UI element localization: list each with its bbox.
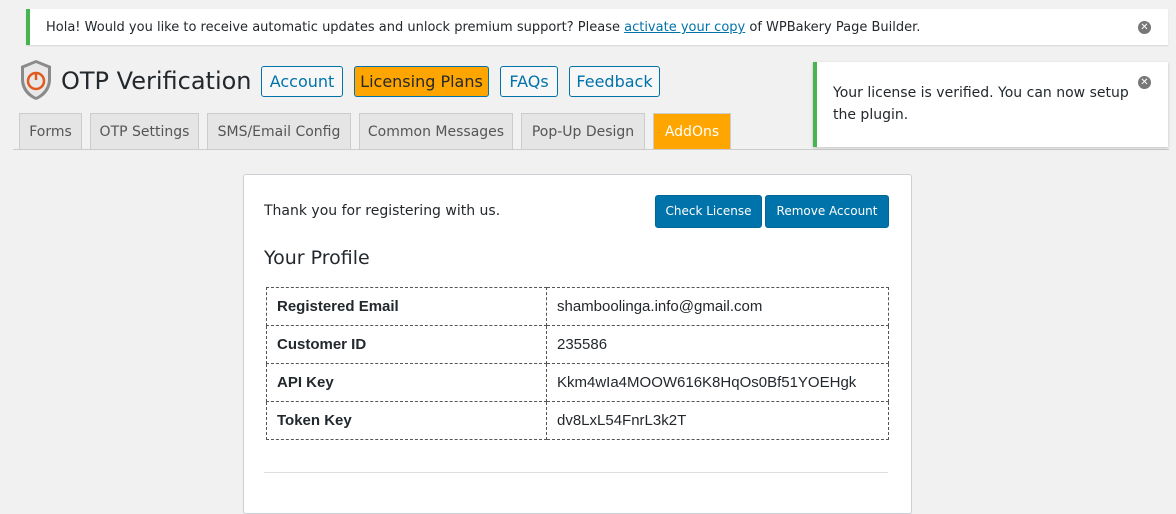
customer-id-value: 235586 [546,325,889,364]
tab-common-messages[interactable]: Common Messages [359,113,513,149]
tab-forms[interactable]: Forms [19,113,82,149]
tab-divider [13,149,1169,150]
license-notice-text: Your license is verified. You can now se… [833,85,1129,123]
tab-addons[interactable]: AddOns [653,113,731,149]
api-key-value: Kkm4wIa4MOOW616K8HqOs0Bf51YOEHgk [546,363,889,402]
registered-email-value: shamboolinga.info@gmail.com [546,287,889,326]
table-row: API Key Kkm4wIa4MOOW616K8HqOs0Bf51YOEHgk [266,363,889,402]
dismiss-notice-icon[interactable]: ✕ [1138,21,1151,34]
registered-email-label: Registered Email [266,287,547,326]
tab-popup-design[interactable]: Pop-Up Design [521,113,645,149]
check-license-button[interactable]: Check License [655,195,762,228]
account-panel: Thank you for registering with us. Check… [243,174,912,514]
page-title: OTP Verification [61,67,252,95]
table-row: Registered Email shamboolinga.info@gmail… [266,287,889,326]
api-key-label: API Key [266,363,547,402]
token-key-value: dv8LxL54FnrL3k2T [546,401,889,440]
license-verified-notice: Your license is verified. You can now se… [813,62,1168,147]
otp-logo-icon [19,59,53,101]
panel-divider [264,472,888,473]
table-row: Token Key dv8LxL54FnrL3k2T [266,401,889,440]
account-button[interactable]: Account [261,66,343,97]
thanks-text: Thank you for registering with us. [264,203,501,219]
token-key-label: Token Key [266,401,547,440]
faqs-button[interactable]: FAQs [500,66,558,97]
update-notice: Hola! Would you like to receive automati… [26,9,1168,45]
update-notice-text: Hola! Would you like to receive automati… [46,20,921,35]
feedback-button[interactable]: Feedback [569,66,660,97]
tab-sms-email-config[interactable]: SMS/Email Config [207,113,351,149]
customer-id-label: Customer ID [266,325,547,364]
tab-otp-settings[interactable]: OTP Settings [90,113,199,149]
profile-heading: Your Profile [264,247,370,269]
licensing-plans-button[interactable]: Licensing Plans [354,66,489,97]
dismiss-license-notice-icon[interactable]: ✕ [1138,76,1151,89]
remove-account-button[interactable]: Remove Account [765,195,889,228]
activate-copy-link[interactable]: activate your copy [624,20,745,35]
profile-table: Registered Email shamboolinga.info@gmail… [266,287,889,440]
table-row: Customer ID 235586 [266,325,889,364]
